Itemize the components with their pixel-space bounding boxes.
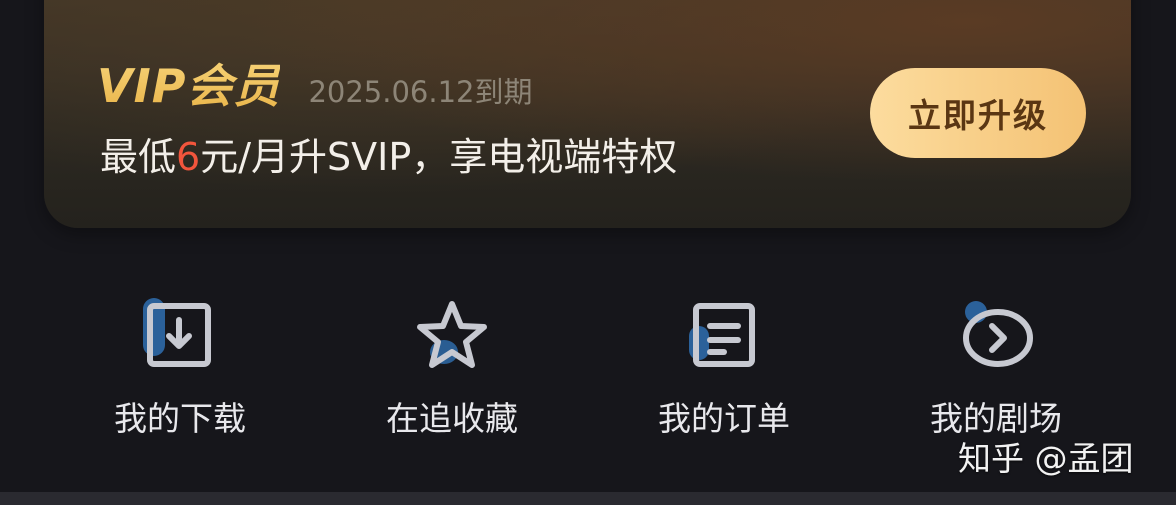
order-icon [684,296,764,376]
quick-action-label: 在追收藏 [386,399,518,438]
quick-action-label: 我的订单 [658,399,790,438]
promo-price-highlight: 6 [176,135,201,179]
promo-prefix: 最低 [100,135,177,179]
quick-action-label: 我的下载 [114,399,246,438]
theater-icon [956,296,1036,376]
upgrade-button[interactable]: 立即升级 [870,68,1086,158]
quick-action-favorites[interactable]: 在追收藏 [352,296,552,446]
quick-action-orders[interactable]: 我的订单 [624,296,824,446]
vip-promo-text: 最低6元/月升SVIP，享电视端特权 [100,126,677,181]
star-icon [412,296,492,376]
download-icon [140,296,220,376]
bottom-divider [0,492,1176,505]
page: VIP会员 2025.06.12到期 最低6元/月升SVIP，享电视端特权 立即… [0,0,1176,505]
promo-suffix: 元/月升SVIP，享电视端特权 [200,135,678,179]
quick-action-theater[interactable]: 我的剧场 [896,296,1096,446]
quick-action-downloads[interactable]: 我的下载 [80,296,280,446]
vip-title-row: VIP会员 2025.06.12到期 [97,50,532,116]
vip-title: VIP会员 [97,50,280,116]
watermark: 知乎 @孟团 [958,439,1134,478]
vip-expiry-date: 2025.06.12到期 [308,75,533,109]
